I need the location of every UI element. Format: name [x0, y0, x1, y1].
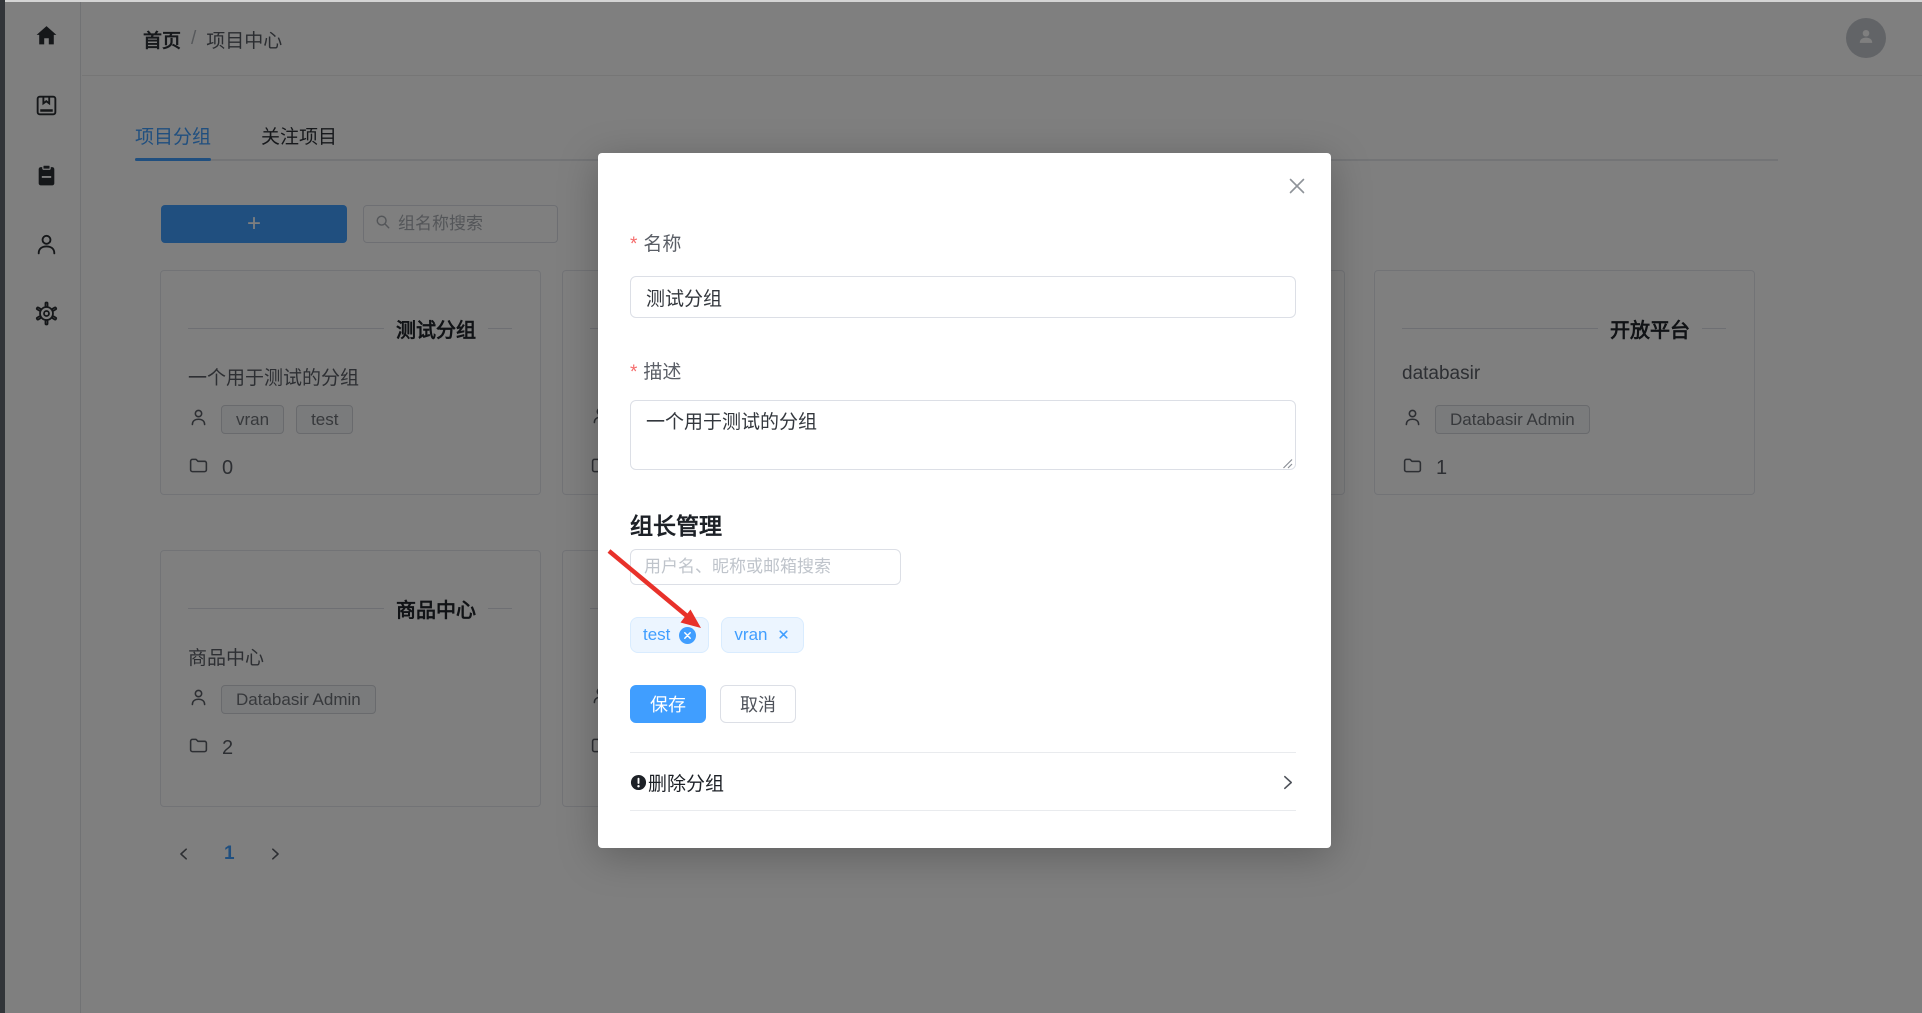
divider	[630, 752, 1296, 753]
app-window: 首页 / 项目中心 项目分组 关注项目 + 测试分组 一个用于测试的分组 vra…	[0, 0, 1922, 1013]
member-tag-vran: vran	[721, 617, 804, 653]
modal-close-button[interactable]	[1285, 175, 1309, 199]
member-tag-label: test	[643, 625, 670, 645]
required-asterisk: *	[630, 362, 637, 383]
close-icon	[778, 625, 789, 645]
owner-tags: test vran	[630, 617, 804, 653]
description-field-label: *描述	[630, 357, 681, 384]
divider	[630, 810, 1296, 811]
remove-member-test-button[interactable]	[679, 627, 696, 644]
chevron-right-icon	[1279, 774, 1296, 791]
warning-icon	[630, 774, 647, 791]
group-edit-modal: *名称 *描述 一个用于测试的分组 组长管理 test vran	[598, 153, 1331, 848]
close-icon	[683, 625, 692, 645]
member-search-input[interactable]	[630, 549, 901, 585]
textarea-resize-handle[interactable]	[1282, 456, 1293, 467]
window-edge-left	[0, 0, 5, 1013]
group-name-input[interactable]	[630, 276, 1296, 318]
delete-group-row[interactable]: 删除分组	[630, 765, 1296, 799]
save-button[interactable]: 保存	[630, 685, 706, 723]
window-edge-top	[0, 0, 1922, 2]
cancel-button[interactable]: 取消	[720, 685, 796, 723]
member-tag-test: test	[630, 617, 709, 653]
close-icon	[1286, 185, 1308, 200]
owners-section-title: 组长管理	[630, 507, 722, 541]
member-tag-label: vran	[734, 625, 767, 645]
remove-member-vran-button[interactable]	[776, 628, 791, 643]
group-description-textarea[interactable]: 一个用于测试的分组	[630, 400, 1296, 470]
required-asterisk: *	[630, 234, 637, 255]
delete-group-label: 删除分组	[648, 769, 724, 796]
name-field-label: *名称	[630, 229, 681, 256]
